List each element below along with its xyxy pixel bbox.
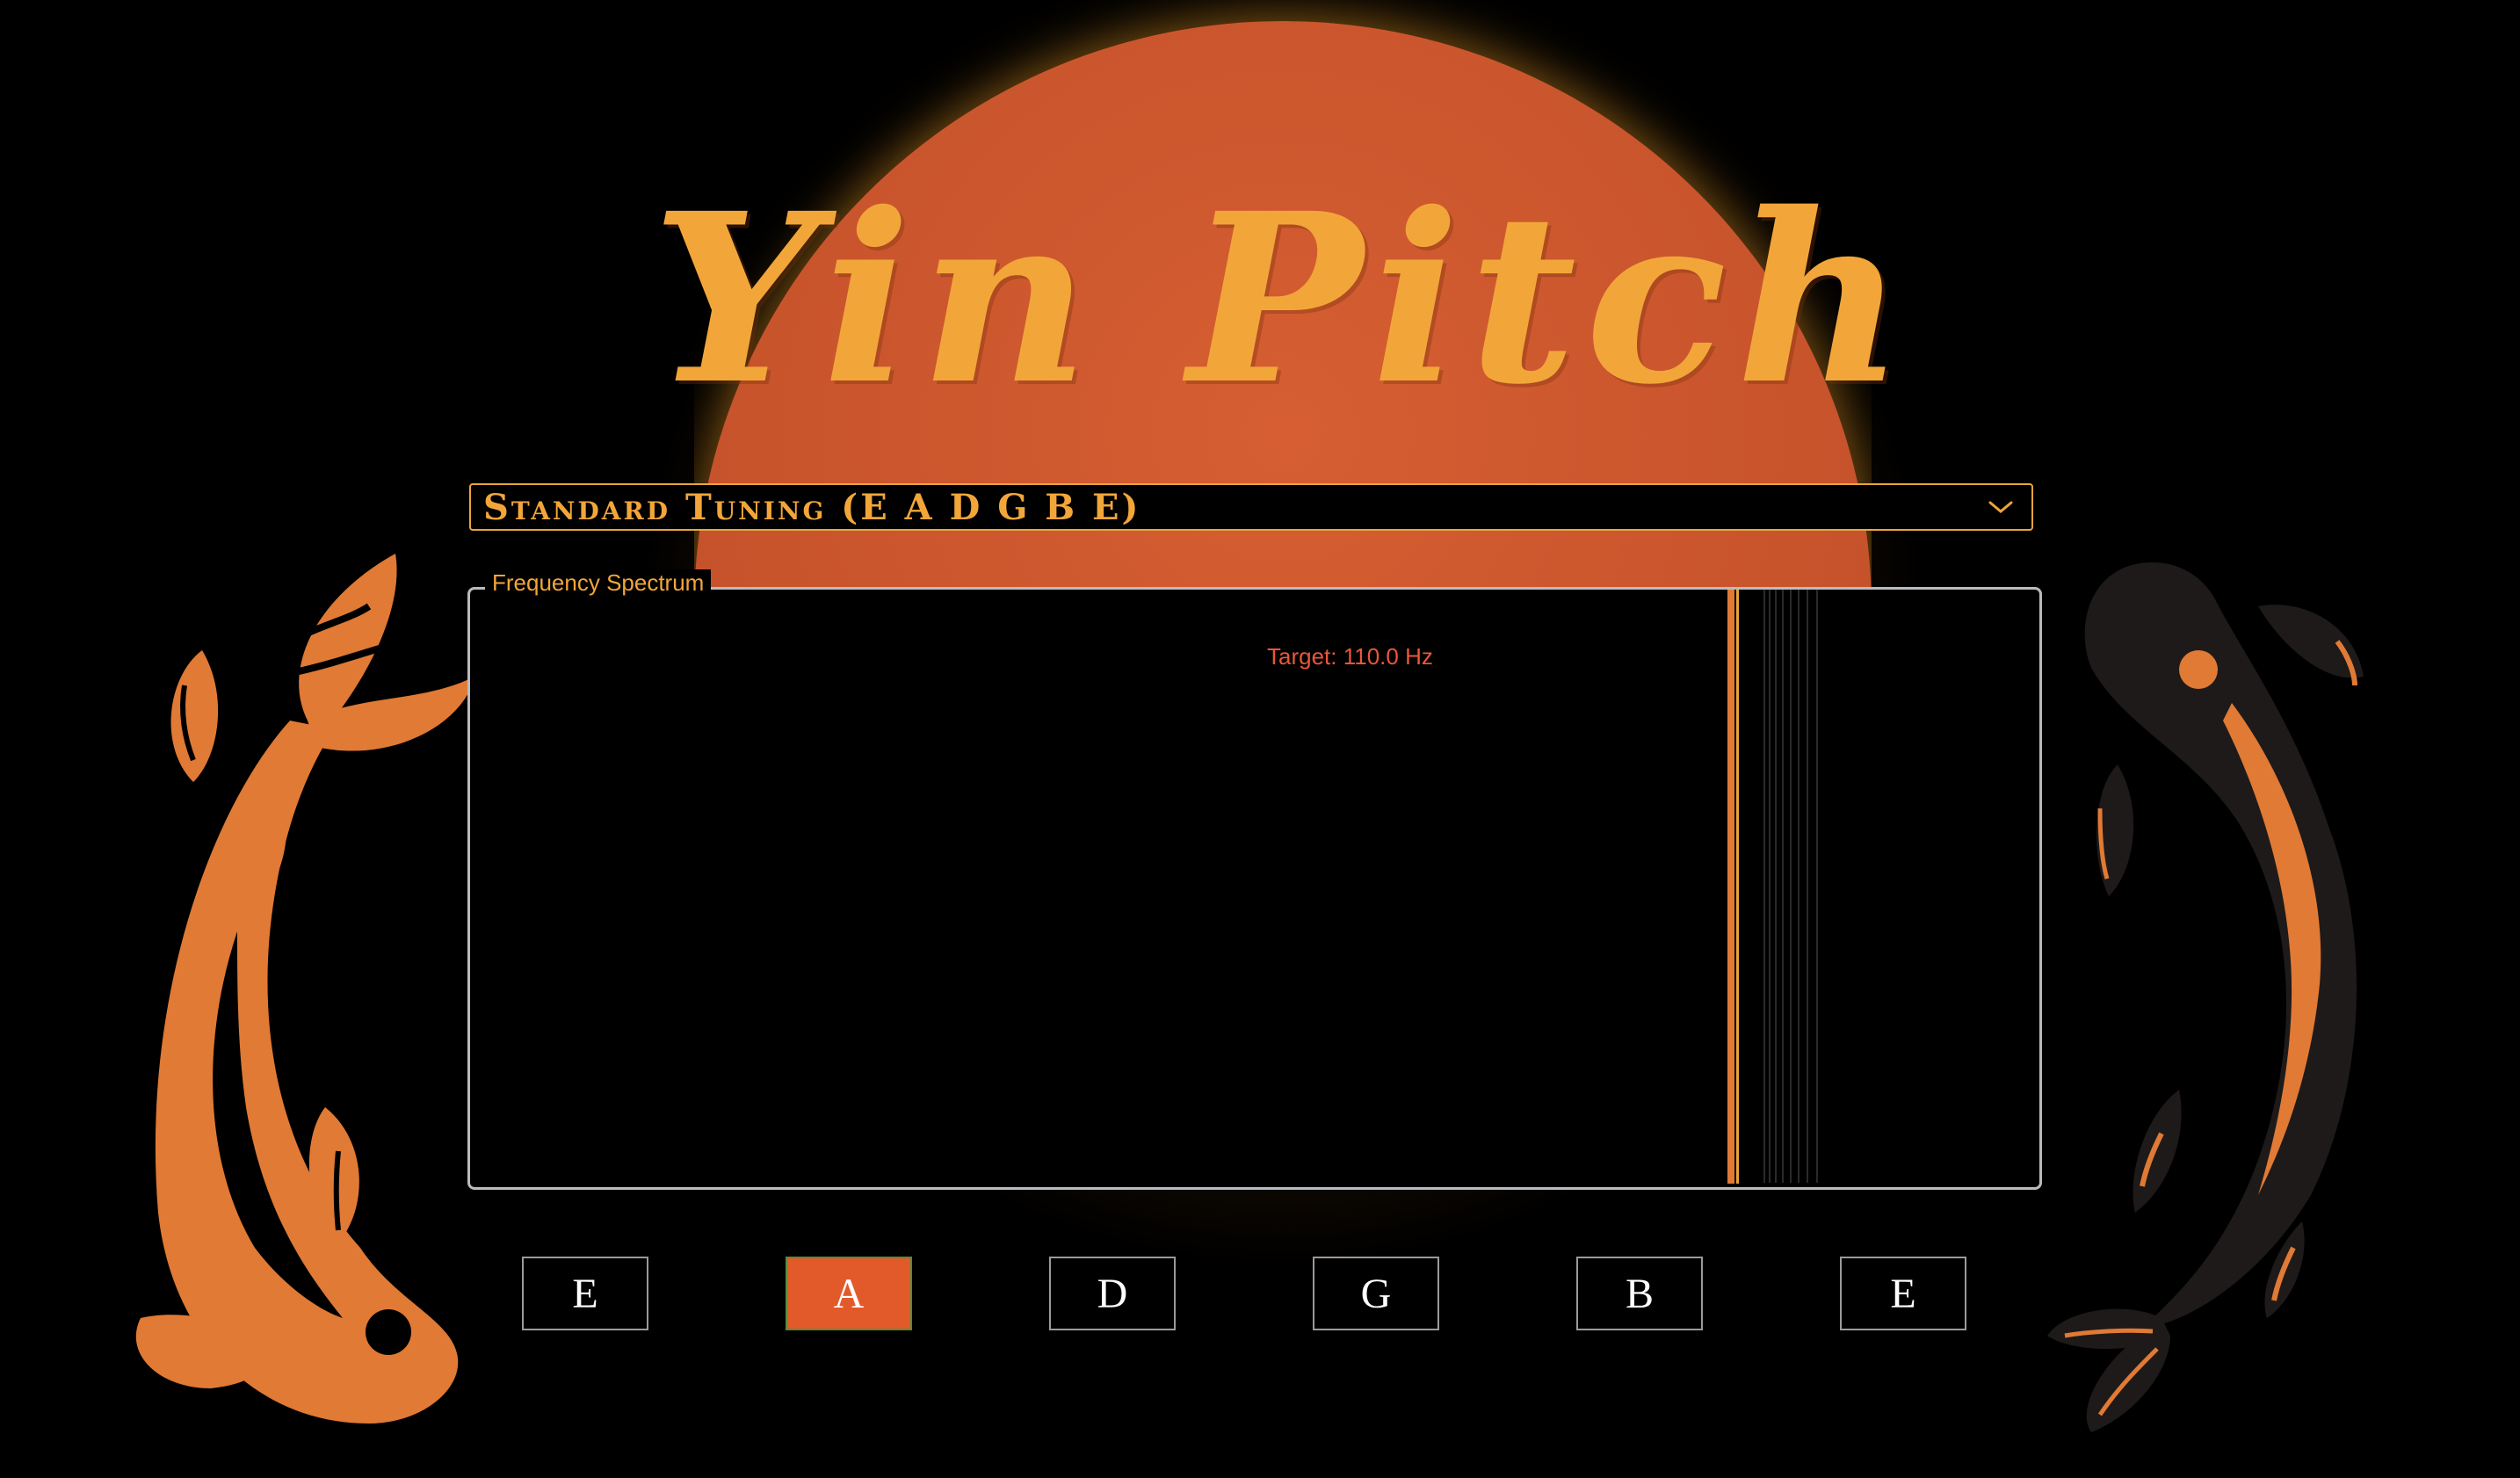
string-button-b[interactable]: B — [1576, 1257, 1703, 1330]
target-frequency-highlight — [1736, 590, 1739, 1184]
string-button-e-high[interactable]: E — [1840, 1257, 1966, 1330]
string-selector: E A D G B E — [0, 1257, 2520, 1332]
spectrum-plot — [1727, 590, 1818, 1184]
spectrum-noise-lines — [1763, 590, 1818, 1183]
tuning-select-value: Standard Tuning (E A D G B E) — [483, 486, 1141, 528]
app-title: Yin Pitch — [651, 162, 1915, 436]
target-frequency-marker — [1727, 590, 1734, 1184]
string-button-e-low[interactable]: E — [522, 1257, 648, 1330]
app-stage: Yin Pitch Standard Tuning (E A D G B E) … — [0, 0, 2520, 1478]
tuning-select[interactable]: Standard Tuning (E A D G B E) — [469, 483, 2033, 531]
target-frequency-label: Target: 110.0 Hz — [1267, 643, 1433, 670]
string-button-a[interactable]: A — [786, 1257, 912, 1330]
chevron-down-icon — [1988, 501, 2013, 513]
string-button-g[interactable]: G — [1313, 1257, 1439, 1330]
string-button-d[interactable]: D — [1049, 1257, 1176, 1330]
